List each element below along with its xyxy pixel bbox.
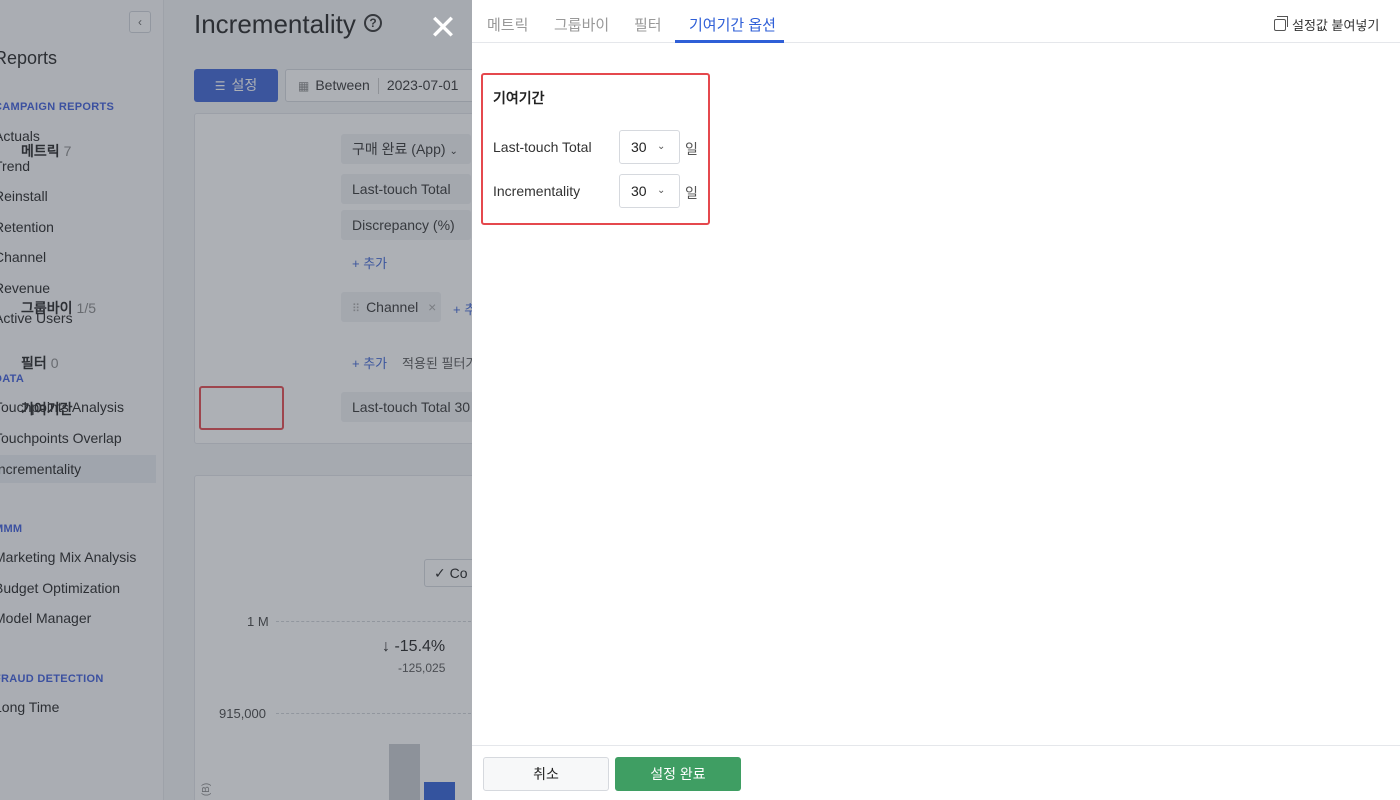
tab-groupby[interactable]: 그룹바이 [554, 14, 609, 35]
last-touch-window-select[interactable]: 30 ⌄ [619, 130, 680, 164]
close-icon[interactable]: ✕ [427, 11, 459, 45]
copy-icon [1274, 16, 1288, 31]
paste-settings-label: 설정값 붙여넣기 [1292, 18, 1380, 33]
tab-attribution-options[interactable]: 기여기간 옵션 [689, 14, 776, 35]
cancel-button[interactable]: 취소 [483, 757, 609, 791]
unit-label: 일 [685, 141, 698, 157]
attribution-row-label: Last-touch Total [493, 139, 592, 155]
drawer-footer: 취소 설정 완료 [472, 745, 1400, 800]
paste-settings-button[interactable]: 설정값 붙여넣기 [1274, 15, 1379, 34]
select-value: 30 [631, 183, 647, 199]
unit-label: 일 [685, 185, 698, 201]
tab-filter[interactable]: 필터 [634, 14, 662, 35]
select-value: 30 [631, 139, 647, 155]
tab-metric[interactable]: 메트릭 [487, 14, 528, 35]
chevron-down-icon: ⌄ [657, 185, 666, 196]
attribution-row-label: Incrementality [493, 183, 581, 199]
settings-drawer: 메트릭 그룹바이 필터 기여기간 옵션 설정값 붙여넣기 기여기간 Last-t… [472, 0, 1400, 800]
incrementality-window-select[interactable]: 30 ⌄ [619, 174, 680, 208]
chevron-down-icon: ⌄ [657, 141, 666, 152]
drawer-tabs: 메트릭 그룹바이 필터 기여기간 옵션 설정값 붙여넣기 [472, 0, 1400, 43]
attribution-title: 기여기간 [493, 90, 545, 106]
confirm-settings-button[interactable]: 설정 완료 [615, 757, 741, 791]
active-tab-indicator [675, 40, 784, 43]
